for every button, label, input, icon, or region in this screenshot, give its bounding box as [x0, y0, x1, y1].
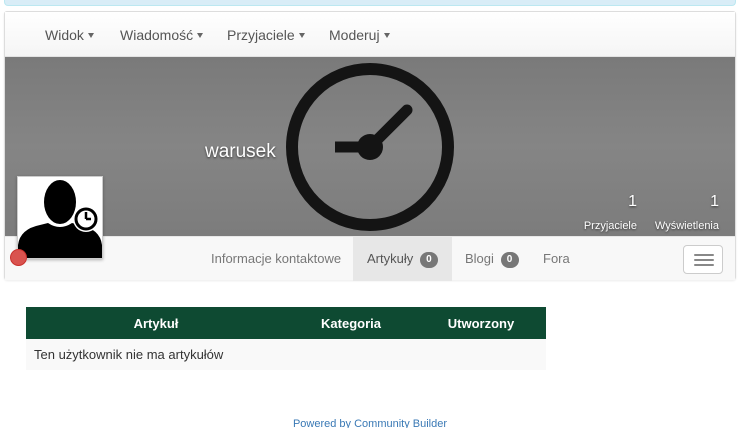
menu-item-przyjaciele[interactable]: Przyjaciele — [227, 27, 305, 43]
profile-username: warusek — [205, 141, 276, 162]
online-status-indicator — [10, 249, 27, 266]
clock-icon — [286, 63, 454, 231]
profile-cover-canvas: warusek 1 Przyjaciele 1 Wyświetlenia — [5, 57, 735, 236]
stat-views-count: 1 — [710, 193, 719, 210]
caret-down-icon — [87, 33, 94, 38]
tab-label: Artykuły — [367, 251, 414, 266]
caret-down-icon — [383, 33, 390, 38]
caret-down-icon — [298, 33, 305, 38]
menu-item-moderuj[interactable]: Moderuj — [329, 27, 390, 43]
tab-artykuly[interactable]: Artykuły 0 — [353, 237, 452, 281]
table-row: Ten użytkownik nie ma artykułów — [26, 339, 546, 370]
column-header-kategoria[interactable]: Kategoria — [286, 307, 416, 339]
profile-menu-bar: Widok Wiadomość Przyjaciele Moderuj — [5, 12, 735, 57]
stat-friends-count: 1 — [628, 193, 637, 210]
tab-blogi[interactable]: Blogi 0 — [451, 237, 533, 281]
tab-fora[interactable]: Fora — [529, 237, 584, 281]
menu-item-label: Moderuj — [329, 27, 380, 43]
stat-friends-label: Przyjaciele — [583, 220, 637, 232]
column-header-utworzony[interactable]: Utworzony — [416, 307, 546, 339]
caret-down-icon — [197, 33, 204, 38]
empty-table-message: Ten użytkownik nie ma artykułów — [26, 339, 546, 370]
stat-friends[interactable]: 1 Przyjaciele — [584, 193, 637, 233]
tab-label: Informacje kontaktowe — [211, 251, 342, 266]
stat-views: 1 Wyświetlenia — [655, 193, 719, 233]
tab-blogi-badge: 0 — [500, 252, 519, 268]
top-alert-bar — [4, 0, 736, 6]
tab-label: Fora — [543, 251, 570, 266]
column-header-artykul[interactable]: Artykuł — [26, 307, 286, 339]
hamburger-icon — [694, 254, 714, 256]
hamburger-icon — [694, 259, 714, 261]
navbar-toggle-button[interactable] — [683, 245, 723, 274]
profile-avatar[interactable] — [17, 176, 103, 259]
menu-item-label: Wiadomość — [120, 27, 194, 43]
table-header-row: Artykuł Kategoria Utworzony — [26, 307, 546, 339]
profile-tabs: Informacje kontaktowe Artykuły 0 Blogi 0… — [5, 236, 735, 281]
tab-artykuly-badge: 0 — [419, 252, 438, 268]
tab-informacje-kontaktowe[interactable]: Informacje kontaktowe — [197, 237, 355, 281]
stat-views-label: Wyświetlenia — [654, 220, 719, 232]
user-clock-silhouette-icon — [18, 177, 102, 258]
articles-table: Artykuł Kategoria Utworzony Ten użytkown… — [26, 307, 546, 370]
menu-item-label: Przyjaciele — [227, 27, 295, 43]
menu-item-wiadomosc[interactable]: Wiadomość — [120, 27, 204, 43]
profile-card: Widok Wiadomość Przyjaciele Moderuj waru… — [4, 11, 736, 281]
tab-label: Blogi — [465, 251, 494, 266]
hamburger-icon — [694, 264, 714, 266]
menu-item-widok[interactable]: Widok — [45, 27, 94, 43]
menu-item-label: Widok — [45, 27, 84, 43]
powered-by-link[interactable]: Powered by Community Builder — [0, 418, 740, 428]
